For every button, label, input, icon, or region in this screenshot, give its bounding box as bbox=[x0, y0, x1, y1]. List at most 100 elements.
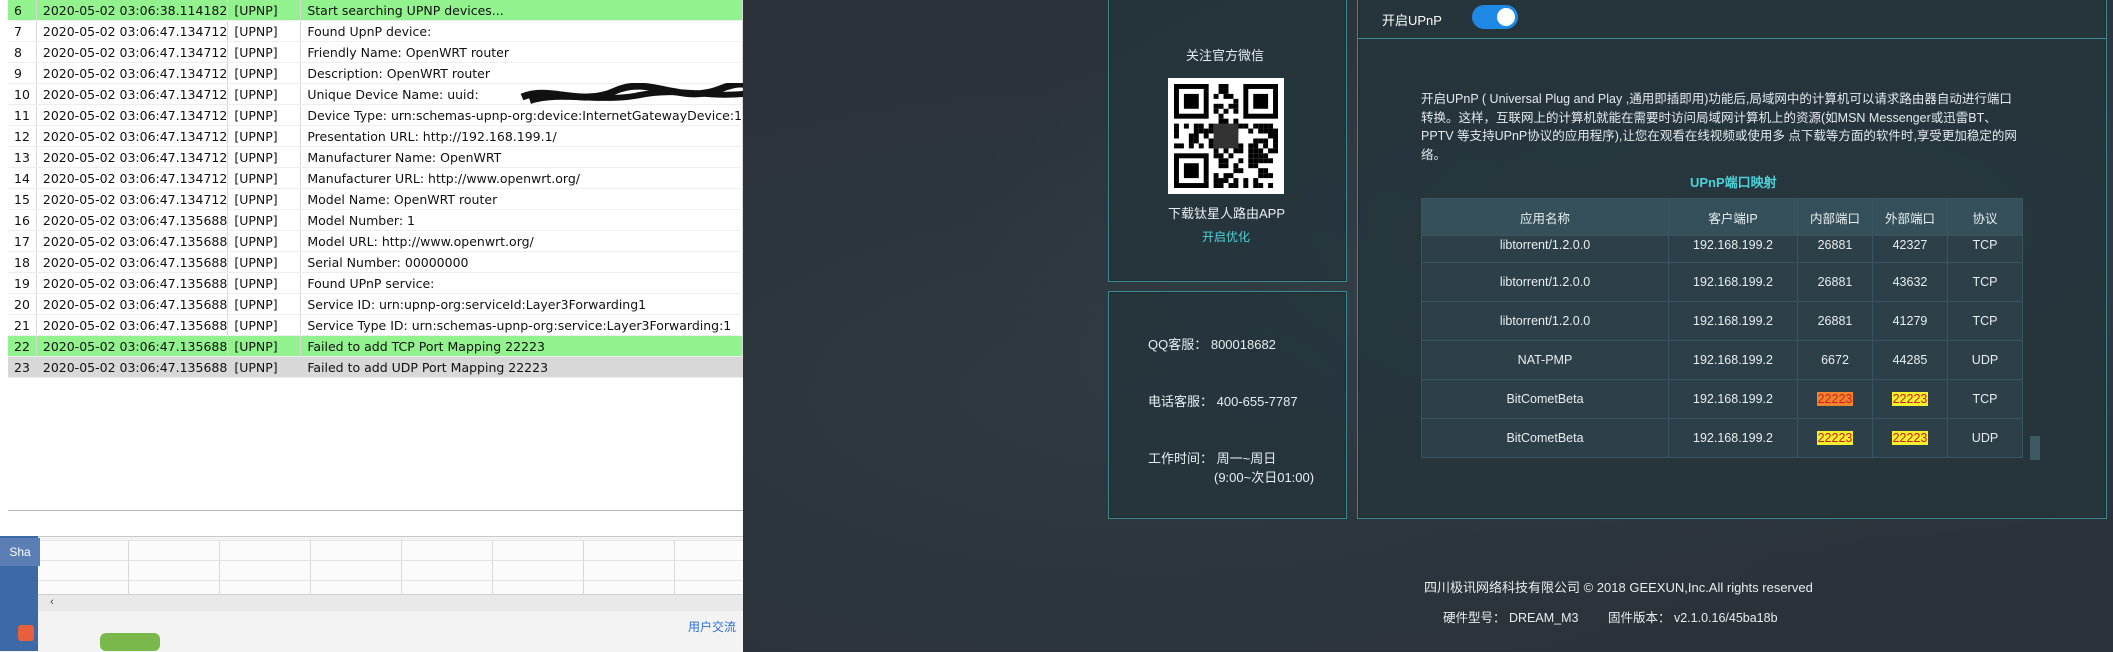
log-row[interactable]: 23 2020-05-02 03:06:47.135688 [UPNP] Failed… bbox=[8, 356, 743, 378]
log-row-number: 21 bbox=[8, 314, 37, 336]
wechat-qr-code bbox=[1168, 78, 1284, 194]
toggle-knob bbox=[1497, 8, 1515, 26]
mapping-ip: 192.168.199.2 bbox=[1668, 418, 1798, 458]
highlighted-port: 22223 bbox=[1816, 431, 1854, 445]
log-row-time: 2020-05-02 03:06:47.134712 bbox=[36, 167, 229, 189]
log-row-time: 2020-05-02 03:06:47.134712 bbox=[36, 62, 229, 84]
log-row[interactable]: 14 2020-05-02 03:06:47.134712 [UPNP] Manufa… bbox=[8, 167, 743, 189]
log-row-tag: [UPNP] bbox=[227, 251, 302, 273]
log-row[interactable]: 12 2020-05-02 03:06:47.134712 [UPNP] Presen… bbox=[8, 125, 743, 147]
log-row-message: Manufacturer Name: OpenWRT bbox=[300, 146, 743, 168]
log-row-message: Service ID: urn:upnp-org:serviceId:Layer… bbox=[300, 293, 743, 315]
enable-optimize-link[interactable]: 开启优化 bbox=[1202, 228, 1250, 245]
log-row-number: 20 bbox=[8, 293, 37, 315]
highlighted-port: 22223 bbox=[1816, 392, 1854, 406]
log-row-tag: [UPNP] bbox=[227, 0, 302, 21]
spreadsheet-grid[interactable] bbox=[38, 540, 743, 600]
highlighted-port: 22223 bbox=[1891, 392, 1929, 406]
log-row-message: Start searching UPNP devices... bbox=[300, 0, 743, 21]
log-row-number: 7 bbox=[8, 20, 37, 42]
qq-support: QQ客服： 800018682 bbox=[1148, 337, 1276, 352]
firmware-version: 固件版本： v2.1.0.16/45ba18b bbox=[1608, 611, 1778, 625]
log-row-number: 19 bbox=[8, 272, 37, 294]
mapping-external-port: 42327 bbox=[1872, 235, 1948, 263]
upnp-toggle[interactable] bbox=[1472, 5, 1518, 29]
log-row[interactable]: 16 2020-05-02 03:06:47.135688 [UPNP] Model … bbox=[8, 209, 743, 231]
mapping-external-port: 44285 bbox=[1872, 340, 1948, 380]
upnp-toggle-label: 开启UPnP bbox=[1382, 13, 1442, 28]
log-row-tag: [UPNP] bbox=[227, 62, 302, 84]
log-row-time: 2020-05-02 03:06:47.135688 bbox=[36, 356, 229, 378]
horizontal-scrollbar[interactable] bbox=[38, 594, 743, 611]
hardware-model: 硬件型号： DREAM_M3 bbox=[1443, 611, 1579, 625]
log-row-number: 18 bbox=[8, 251, 37, 273]
col-client-ip: 客户端IP bbox=[1668, 198, 1798, 236]
upnp-mapping-title: UPnP端口映射 bbox=[1690, 175, 1777, 190]
log-row-message: Serial Number: 00000000 bbox=[300, 251, 743, 273]
log-row-time: 2020-05-02 03:06:47.135688 bbox=[36, 209, 229, 231]
app-taskbar-icon[interactable] bbox=[18, 625, 34, 641]
mapping-row: BitCometBeta 192.168.199.2 22223 22223 UDP bbox=[1421, 418, 2023, 458]
col-app-name: 应用名称 bbox=[1421, 198, 1669, 236]
user-exchange-link[interactable]: 用户交流 bbox=[688, 618, 736, 635]
log-row-tag: [UPNP] bbox=[227, 356, 302, 378]
log-row-message: Presentation URL: http://192.168.199.1/ bbox=[300, 125, 743, 147]
log-row-number: 11 bbox=[8, 104, 37, 126]
log-row[interactable]: 6 2020-05-02 03:06:38.114182 [UPNP] Start s… bbox=[8, 0, 743, 21]
log-row[interactable]: 20 2020-05-02 03:06:47.135688 [UPNP] Servic… bbox=[8, 293, 743, 315]
log-row-tag: [UPNP] bbox=[227, 188, 302, 210]
log-row-tag: [UPNP] bbox=[227, 272, 302, 294]
log-row[interactable]: 7 2020-05-02 03:06:47.134712 [UPNP] Found U… bbox=[8, 20, 743, 42]
log-row[interactable]: 18 2020-05-02 03:06:47.135688 [UPNP] Serial… bbox=[8, 251, 743, 273]
wechat-title: 关注官方微信 bbox=[1186, 48, 1265, 63]
qr-code-icon bbox=[1174, 84, 1278, 188]
scroll-left-arrow-icon[interactable]: ‹ bbox=[44, 594, 60, 610]
mapping-protocol: TCP bbox=[1947, 379, 2023, 419]
mapping-external-port: 43632 bbox=[1872, 262, 1948, 302]
log-row[interactable]: 15 2020-05-02 03:06:47.134712 [UPNP] Model … bbox=[8, 188, 743, 210]
mapping-protocol: UDP bbox=[1947, 340, 2023, 380]
mapping-internal-port: 26881 bbox=[1797, 262, 1873, 302]
log-row-number: 15 bbox=[8, 188, 37, 210]
log-row-number: 16 bbox=[8, 209, 37, 231]
col-external-port: 外部端口 bbox=[1872, 198, 1948, 236]
log-row-message: Model URL: http://www.openwrt.org/ bbox=[300, 230, 743, 252]
taskbar-thumbnail[interactable] bbox=[100, 633, 160, 651]
log-row[interactable]: 13 2020-05-02 03:06:47.134712 [UPNP] Manufa… bbox=[8, 146, 743, 168]
mapping-ip: 192.168.199.2 bbox=[1668, 340, 1798, 380]
log-row[interactable]: 17 2020-05-02 03:06:47.135688 [UPNP] Model … bbox=[8, 230, 743, 252]
log-row-tag: [UPNP] bbox=[227, 83, 302, 105]
mapping-app: BitCometBeta bbox=[1421, 379, 1669, 419]
phone-support: 电话客服： 400-655-7787 bbox=[1148, 394, 1298, 409]
log-row-time: 2020-05-02 03:06:47.135688 bbox=[36, 230, 229, 252]
mapping-internal-port: 26881 bbox=[1797, 235, 1873, 263]
log-divider bbox=[8, 510, 743, 511]
log-row[interactable]: 21 2020-05-02 03:06:47.135688 [UPNP] Servic… bbox=[8, 314, 743, 336]
log-row[interactable]: 19 2020-05-02 03:06:47.135688 [UPNP] Found … bbox=[8, 272, 743, 294]
table-scrollbar-thumb[interactable] bbox=[2030, 436, 2040, 460]
log-row-tag: [UPNP] bbox=[227, 104, 302, 126]
log-row-tag: [UPNP] bbox=[227, 335, 302, 357]
mapping-protocol: TCP bbox=[1947, 235, 2023, 263]
log-row-message: Found UpnP device: bbox=[300, 20, 743, 42]
log-row-time: 2020-05-02 03:06:47.135688 bbox=[36, 251, 229, 273]
log-row-tag: [UPNP] bbox=[227, 209, 302, 231]
mapping-external-port: 41279 bbox=[1872, 301, 1948, 341]
log-row-number: 9 bbox=[8, 62, 37, 84]
log-row-time: 2020-05-02 03:06:47.134712 bbox=[36, 41, 229, 63]
log-row[interactable]: 22 2020-05-02 03:06:47.135688 [UPNP] Failed… bbox=[8, 335, 743, 357]
log-row-number: 17 bbox=[8, 230, 37, 252]
log-row-tag: [UPNP] bbox=[227, 20, 302, 42]
log-row-number: 23 bbox=[8, 356, 37, 378]
log-row[interactable]: 9 2020-05-02 03:06:47.134712 [UPNP] Descrip… bbox=[8, 62, 743, 84]
log-row-number: 12 bbox=[8, 125, 37, 147]
log-row[interactable]: 8 2020-05-02 03:06:47.134712 [UPNP] Friendl… bbox=[8, 41, 743, 63]
log-row-message: Manufacturer URL: http://www.openwrt.org… bbox=[300, 167, 743, 189]
log-row-number: 10 bbox=[8, 83, 37, 105]
mapping-app: libtorrent/1.2.0.0 bbox=[1421, 262, 1669, 302]
log-row-message: Model Number: 1 bbox=[300, 209, 743, 231]
log-row-message: Friendly Name: OpenWRT router bbox=[300, 41, 743, 63]
upnp-header-divider bbox=[1357, 38, 2107, 39]
redaction-scribble bbox=[520, 83, 743, 104]
sheet-tab[interactable]: Sha bbox=[0, 538, 40, 566]
